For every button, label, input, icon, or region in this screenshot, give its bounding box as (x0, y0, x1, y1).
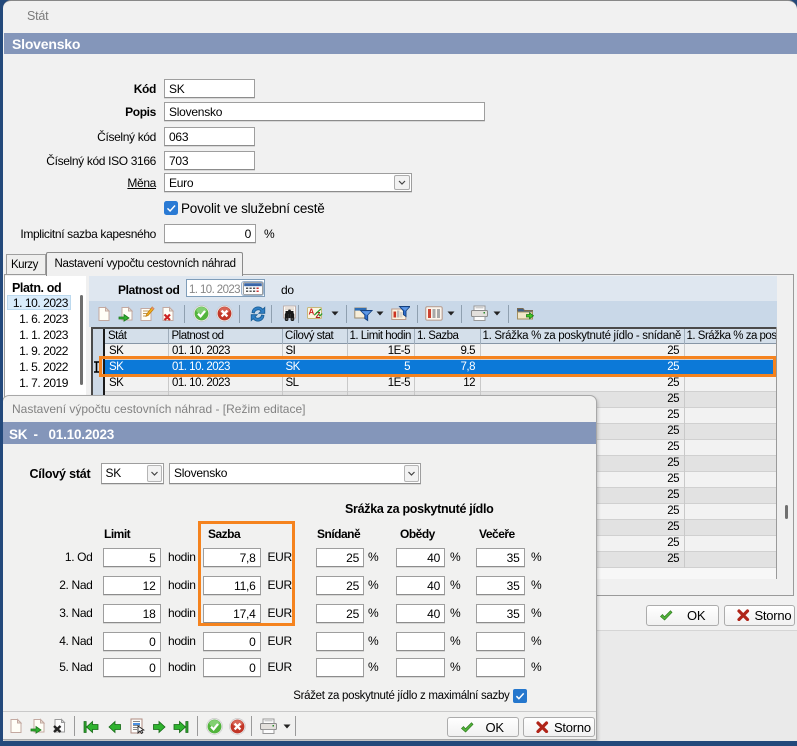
svg-text:A: A (309, 308, 315, 317)
